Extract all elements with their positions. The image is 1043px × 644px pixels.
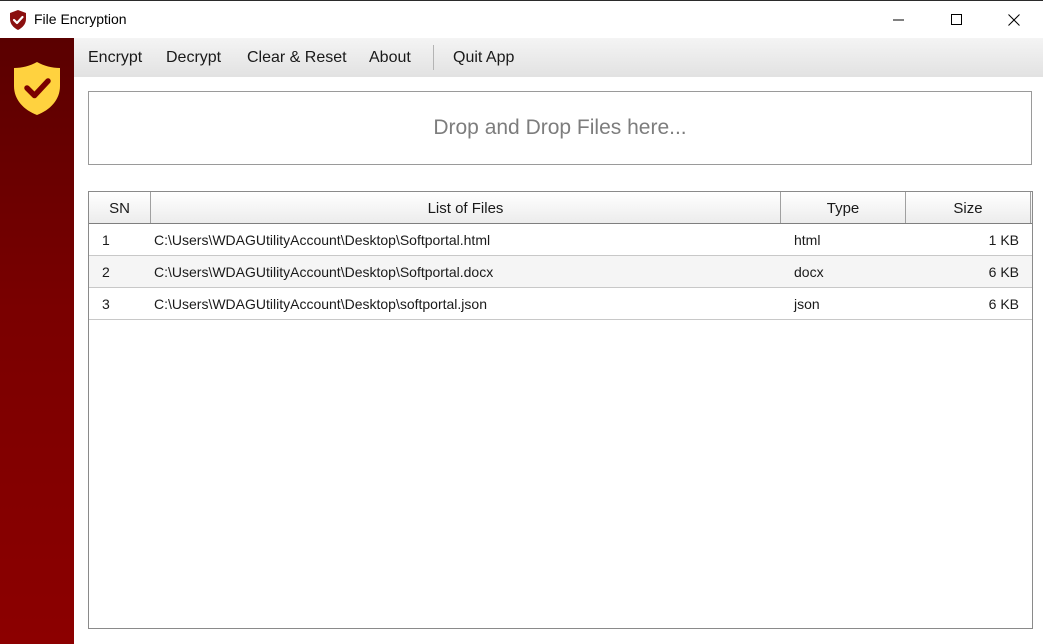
menu-encrypt[interactable]: Encrypt	[88, 38, 142, 77]
drop-zone-text: Drop and Drop Files here...	[433, 116, 687, 139]
menu-separator	[433, 45, 434, 70]
cell-sn: 2	[102, 264, 110, 280]
menu-decrypt[interactable]: Decrypt	[166, 38, 221, 77]
window-title: File Encryption	[34, 11, 127, 27]
cell-size: 1 KB	[988, 232, 1019, 248]
cell-type: docx	[794, 264, 824, 280]
column-header-size[interactable]: Size	[906, 192, 1031, 223]
cell-file-path: C:\Users\WDAGUtilityAccount\Desktop\Soft…	[154, 232, 491, 248]
table-row[interactable]: 3 C:\Users\WDAGUtilityAccount\Desktop\so…	[89, 288, 1032, 320]
app-window: File Encryption Encrypt Decrypt Clear & …	[0, 0, 1043, 644]
file-list-table[interactable]: SN List of Files Type Size 1 C:\Users\WD…	[88, 191, 1033, 629]
shield-check-logo-icon	[14, 62, 60, 115]
table-header: SN List of Files Type Size	[89, 192, 1032, 224]
title-bar[interactable]: File Encryption	[0, 0, 1043, 38]
table-row[interactable]: 1 C:\Users\WDAGUtilityAccount\Desktop\So…	[89, 224, 1032, 256]
minimize-button[interactable]	[870, 1, 928, 38]
column-header-files[interactable]: List of Files	[151, 192, 781, 223]
menu-bar: Encrypt Decrypt Clear & Reset About Quit…	[74, 38, 1043, 77]
cell-file-path: C:\Users\WDAGUtilityAccount\Desktop\Soft…	[154, 264, 494, 280]
table-row[interactable]: 2 C:\Users\WDAGUtilityAccount\Desktop\So…	[89, 256, 1032, 288]
cell-file-path: C:\Users\WDAGUtilityAccount\Desktop\soft…	[154, 296, 487, 312]
cell-size: 6 KB	[988, 296, 1019, 312]
shield-check-icon	[10, 10, 26, 30]
cell-size: 6 KB	[988, 264, 1019, 280]
maximize-button[interactable]	[928, 1, 986, 38]
menu-about[interactable]: About	[369, 38, 411, 77]
cell-sn: 3	[102, 296, 110, 312]
column-header-sn[interactable]: SN	[89, 192, 151, 223]
cell-type: html	[794, 232, 821, 248]
minimize-icon	[893, 19, 904, 20]
close-button[interactable]	[985, 1, 1043, 38]
column-header-type[interactable]: Type	[781, 192, 906, 223]
maximize-icon	[951, 13, 962, 25]
cell-sn: 1	[102, 232, 110, 248]
sidebar	[0, 38, 74, 644]
file-drop-zone[interactable]: Drop and Drop Files here...	[88, 91, 1032, 165]
menu-clear-reset[interactable]: Clear & Reset	[247, 38, 347, 77]
menu-quit-app[interactable]: Quit App	[453, 38, 514, 77]
cell-type: json	[794, 296, 820, 312]
close-icon	[1008, 13, 1020, 26]
